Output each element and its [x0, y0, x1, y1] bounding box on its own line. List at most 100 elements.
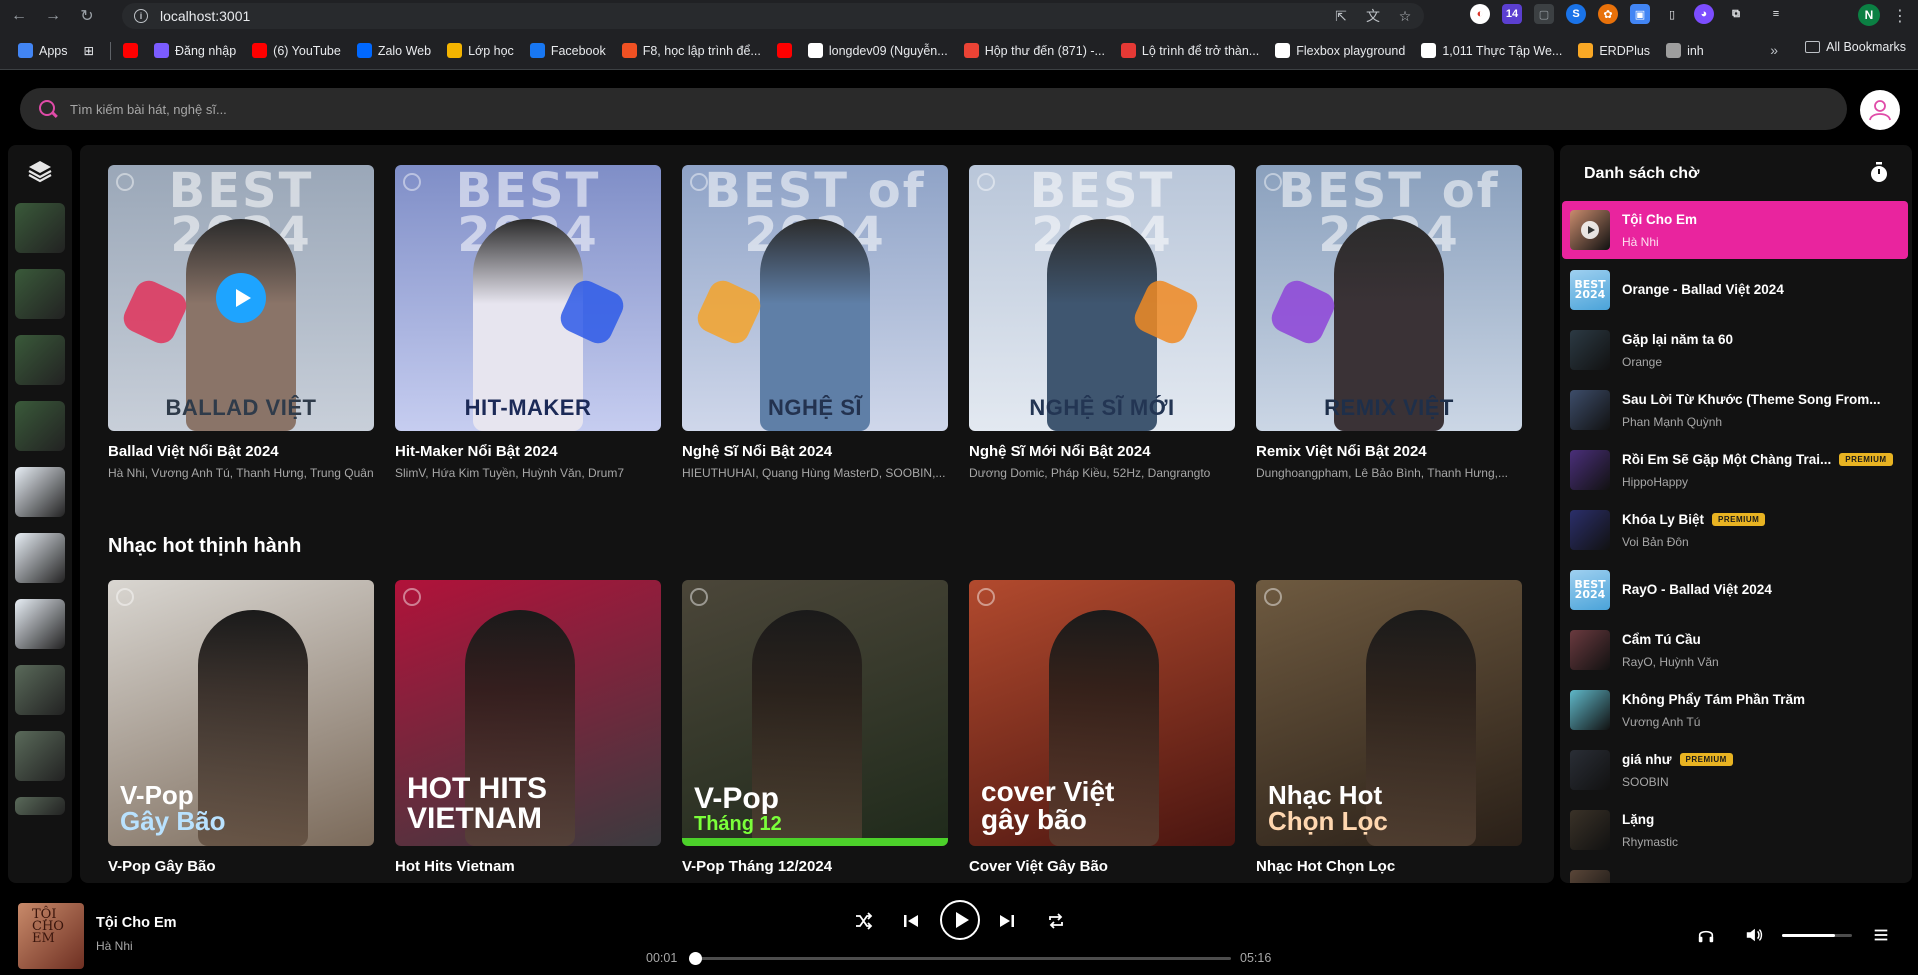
queue-item[interactable]: Những Lời Hứa Bỏ QuênPREMIUM — [1562, 861, 1908, 883]
user-avatar[interactable] — [1860, 90, 1900, 130]
playlist-title[interactable]: Hot Hits Vietnam — [395, 858, 661, 875]
library-playlist-thumb[interactable] — [15, 731, 65, 781]
playlist-title[interactable]: Cover Việt Gây Bão — [969, 858, 1235, 875]
library-playlist-thumb[interactable] — [15, 797, 65, 815]
play-button[interactable] — [940, 900, 980, 940]
open-in-app-icon[interactable]: ⇱ — [1332, 7, 1350, 25]
extensions-puzzle-icon[interactable]: ⧉ — [1726, 4, 1746, 24]
bookmark-item[interactable]: Đăng nhập — [153, 43, 236, 58]
extension-icon[interactable]: ◕ — [1694, 4, 1714, 24]
queue-item[interactable]: BEST 2024 Orange - Ballad Việt 2024 — [1562, 261, 1908, 319]
playlist-card[interactable]: Nhạc Hot Chọn Lọc Nhạc Hot Chọn Lọc — [1256, 580, 1522, 875]
playlist-card[interactable]: BEST of 2024REMIX VIỆT Remix Việt Nổi Bật… — [1256, 165, 1522, 480]
reload-icon[interactable]: ↻ — [72, 1, 102, 31]
bookmark-item[interactable]: longdev09 (Nguyễn... — [807, 43, 948, 58]
bookmark-item[interactable]: F8, học lập trình để... — [621, 43, 761, 58]
library-icon[interactable] — [26, 157, 54, 185]
playlist-card[interactable]: V-Pop Tháng 12 V-Pop Tháng 12/2024 — [682, 580, 948, 875]
playlist-title[interactable]: V-Pop Tháng 12/2024 — [682, 858, 948, 875]
shuffle-button[interactable] — [846, 903, 882, 939]
playlist-card[interactable]: BEST 2024BALLAD VIỆT Ballad Việt Nổi Bật … — [108, 165, 374, 480]
now-playing-artist[interactable]: Hà Nhi — [96, 939, 133, 953]
library-playlist-thumb[interactable] — [15, 401, 65, 451]
search-input[interactable] — [70, 101, 1770, 117]
playlist-cover[interactable]: BEST 2024HIT-MAKER — [395, 165, 661, 431]
playlist-cover[interactable]: cover Việt gây bão — [969, 580, 1235, 846]
play-icon[interactable] — [216, 273, 266, 323]
bookmark-item[interactable]: Lộ trình để trở thàn... — [1120, 43, 1259, 58]
extension-icon[interactable]: ◐ — [1470, 4, 1490, 24]
playlist-card[interactable]: BEST 2024HIT-MAKER Hit-Maker Nổi Bật 2024… — [395, 165, 661, 480]
playlist-cover[interactable]: BEST 2024NGHỆ SĨ MỚI — [969, 165, 1235, 431]
now-playing-cover[interactable]: TỘI CHO EM — [18, 903, 84, 969]
bookmark-item[interactable]: Facebook — [529, 43, 606, 58]
forward-icon[interactable]: → — [38, 1, 68, 31]
repeat-button[interactable] — [1038, 903, 1074, 939]
progress-handle[interactable] — [688, 952, 702, 965]
library-playlist-thumb[interactable] — [15, 269, 65, 319]
playlist-title[interactable]: Nghệ Sĩ Nổi Bật 2024 — [682, 443, 948, 460]
bookmark-item[interactable]: ERDPlus — [1578, 43, 1650, 58]
progress-bar[interactable] — [688, 952, 1231, 965]
extension-icon[interactable]: ▢ — [1534, 4, 1554, 24]
queue-item[interactable]: Tội Cho Em Hà Nhi — [1562, 201, 1908, 259]
volume-slider[interactable] — [1782, 934, 1852, 937]
playlist-title[interactable]: V-Pop Gây Bão — [108, 858, 374, 875]
now-playing-title[interactable]: Tội Cho Em — [96, 915, 177, 931]
playlist-card[interactable]: HOT HITS VIETNAM Hot Hits Vietnam — [395, 580, 661, 875]
playlist-cover[interactable]: V-Pop Gây Bão — [108, 580, 374, 846]
queue-toggle-button[interactable] — [1870, 924, 1892, 946]
queue-item[interactable]: BEST 2024 RayO - Ballad Việt 2024 — [1562, 561, 1908, 619]
extension-icon[interactable]: ▣ — [1630, 4, 1650, 24]
library-playlist-thumb[interactable] — [15, 665, 65, 715]
playlist-card[interactable]: BEST 2024NGHỆ SĨ MỚI Nghệ Sĩ Mới Nổi Bật … — [969, 165, 1235, 480]
translate-icon[interactable]: 文 — [1364, 7, 1382, 25]
bookmark-item[interactable]: 1,011 Thực Tập We... — [1421, 43, 1562, 58]
queue-item[interactable]: giá như PREMIUM SOOBIN — [1562, 741, 1908, 799]
search-bar[interactable] — [20, 88, 1847, 130]
mobile-icon[interactable]: ▯ — [1662, 4, 1682, 24]
queue-item[interactable]: Cẩm Tú Cầu RayO, Huỳnh Văn — [1562, 621, 1908, 679]
bookmark-item[interactable] — [776, 43, 792, 58]
library-playlist-thumb[interactable] — [15, 335, 65, 385]
library-playlist-thumb[interactable] — [15, 467, 65, 517]
reading-list-icon[interactable]: ≡ — [1766, 4, 1786, 24]
bookmark-item[interactable] — [122, 43, 138, 58]
bookmark-item[interactable]: Zalo Web — [356, 43, 431, 58]
library-playlist-thumb[interactable] — [15, 599, 65, 649]
bookmark-star-icon[interactable]: ☆ — [1396, 7, 1414, 25]
playlist-title[interactable]: Nhạc Hot Chọn Lọc — [1256, 858, 1522, 875]
extension-icon[interactable]: ✿ — [1598, 4, 1618, 24]
timer-icon[interactable] — [1868, 161, 1890, 183]
more-bookmarks-icon[interactable]: » — [1770, 42, 1778, 58]
address-bar[interactable]: i localhost:3001 ⇱ 文 ☆ — [122, 3, 1424, 29]
playlist-cover[interactable]: Nhạc Hot Chọn Lọc — [1256, 580, 1522, 846]
playlist-cover[interactable]: BEST of 2024REMIX VIỆT — [1256, 165, 1522, 431]
play-icon[interactable] — [1581, 221, 1599, 239]
playlist-card[interactable]: BEST of 2024NGHỆ SĨ Nghệ Sĩ Nổi Bật 2024 H… — [682, 165, 948, 480]
playlist-title[interactable]: Hit-Maker Nổi Bật 2024 — [395, 443, 661, 460]
playlist-card[interactable]: cover Việt gây bão Cover Việt Gây Bão — [969, 580, 1235, 875]
lyrics-button[interactable] — [1695, 924, 1717, 946]
playlist-cover[interactable]: HOT HITS VIETNAM — [395, 580, 661, 846]
bookmark-item[interactable]: Hộp thư đến (871) -... — [963, 43, 1105, 58]
queue-item[interactable]: Lặng Rhymastic — [1562, 801, 1908, 859]
playlist-cover[interactable]: V-Pop Tháng 12 — [682, 580, 948, 846]
playlist-title[interactable]: Nghệ Sĩ Mới Nổi Bật 2024 — [969, 443, 1235, 460]
playlist-card[interactable]: V-Pop Gây Bão V-Pop Gây Bão — [108, 580, 374, 875]
browser-menu-icon[interactable]: ⋮ — [1892, 6, 1908, 26]
bookmark-item[interactable]: Apps — [18, 43, 68, 58]
queue-item[interactable]: Sau Lời Từ Khước (Theme Song From... Phan… — [1562, 381, 1908, 439]
queue-item[interactable]: Rồi Em Sẽ Gặp Một Chàng Trai... PREMIUM Hi… — [1562, 441, 1908, 499]
playlist-title[interactable]: Remix Việt Nổi Bật 2024 — [1256, 443, 1522, 460]
site-info-icon[interactable]: i — [134, 9, 148, 23]
queue-item[interactable]: Gặp lại năm ta 60 Orange — [1562, 321, 1908, 379]
queue-item[interactable]: Khóa Ly Biệt PREMIUM Voi Bản Đôn — [1562, 501, 1908, 559]
playlist-cover[interactable]: BEST 2024BALLAD VIỆT — [108, 165, 374, 431]
bookmark-item[interactable]: (6) YouTube — [252, 43, 341, 58]
extension-icon[interactable]: S — [1566, 4, 1586, 24]
tab-groups-icon[interactable]: ⊞ — [84, 43, 94, 58]
playlist-cover[interactable]: BEST of 2024NGHỆ SĨ — [682, 165, 948, 431]
volume-button[interactable] — [1743, 924, 1765, 946]
library-playlist-thumb[interactable] — [15, 203, 65, 253]
